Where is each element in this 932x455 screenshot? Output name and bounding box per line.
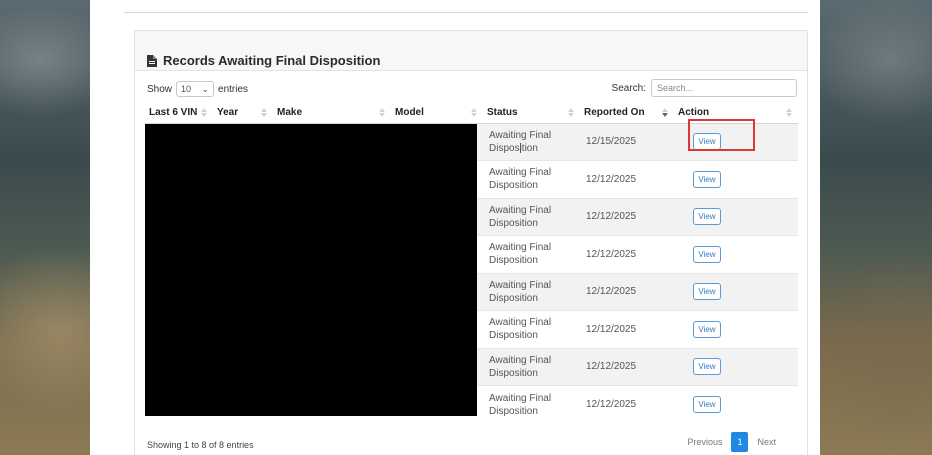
reported-on-cell: 12/12/2025 bbox=[580, 235, 674, 273]
sort-icon bbox=[201, 108, 207, 118]
reported-on-cell: 12/12/2025 bbox=[580, 347, 674, 386]
view-button[interactable]: View bbox=[693, 396, 721, 413]
status-cell: Awaiting Final Disposition bbox=[483, 347, 580, 386]
sort-icon bbox=[568, 108, 574, 118]
reported-on-cell: 12/12/2025 bbox=[580, 385, 674, 423]
sort-icon bbox=[786, 108, 792, 118]
redaction-block bbox=[145, 124, 477, 416]
search-input[interactable] bbox=[651, 79, 797, 97]
reported-on-cell: 12/15/2025 bbox=[580, 122, 674, 161]
status-cell: Awaiting Final Disposition bbox=[483, 122, 580, 161]
status-cell: Awaiting Final Disposition bbox=[483, 197, 580, 236]
next-page-button[interactable]: Next bbox=[754, 435, 779, 449]
column-header-status[interactable]: Status bbox=[483, 103, 580, 124]
status-cell: Awaiting Final Disposition bbox=[483, 310, 580, 348]
column-header-year[interactable]: Year bbox=[213, 103, 273, 124]
column-header-reported-on[interactable]: Reported On bbox=[580, 103, 674, 124]
view-button[interactable]: View bbox=[693, 245, 721, 263]
document-icon bbox=[147, 54, 157, 67]
sort-icon bbox=[261, 108, 267, 118]
page-length-value: 10 bbox=[181, 84, 192, 94]
sort-icon bbox=[379, 108, 385, 118]
chevron-down-icon: ⌄ bbox=[201, 83, 210, 94]
text-cursor bbox=[520, 143, 521, 153]
page-1-button[interactable]: 1 bbox=[731, 432, 749, 452]
view-button[interactable]: View bbox=[693, 283, 721, 301]
top-divider bbox=[124, 12, 808, 13]
card-title-text: Records Awaiting Final Disposition bbox=[163, 53, 381, 68]
table-info: Showing 1 to 8 of 8 entries bbox=[147, 440, 254, 450]
previous-page-button[interactable]: Previous bbox=[684, 435, 725, 449]
pagination: Previous 1 Next bbox=[684, 432, 779, 452]
table-header-row: Last 6 VIN Year Make Model Status Report… bbox=[145, 103, 798, 124]
table-controls: Show 10 ⌄ entries Search: bbox=[135, 79, 807, 99]
length-control: Show 10 ⌄ entries bbox=[147, 81, 248, 97]
view-button[interactable]: View bbox=[693, 208, 721, 226]
reported-on-cell: 12/12/2025 bbox=[580, 197, 674, 236]
card-header: Records Awaiting Final Disposition bbox=[135, 31, 807, 71]
sort-icon bbox=[471, 108, 477, 118]
reported-on-cell: 12/12/2025 bbox=[580, 160, 674, 198]
column-header-model[interactable]: Model bbox=[391, 103, 483, 124]
search-control: Search: bbox=[612, 79, 797, 97]
entries-label: entries bbox=[218, 83, 249, 95]
records-card: Records Awaiting Final Disposition Show … bbox=[134, 30, 808, 455]
card-title: Records Awaiting Final Disposition bbox=[147, 53, 380, 68]
column-header-vin[interactable]: Last 6 VIN bbox=[145, 103, 213, 124]
status-cell: Awaiting Final Disposition bbox=[483, 385, 580, 423]
page-content: Records Awaiting Final Disposition Show … bbox=[90, 0, 820, 455]
view-button[interactable]: View bbox=[693, 320, 721, 338]
view-button[interactable]: View bbox=[693, 170, 721, 188]
search-label: Search: bbox=[611, 82, 646, 94]
view-button[interactable]: View bbox=[693, 133, 721, 151]
column-header-make[interactable]: Make bbox=[273, 103, 391, 124]
sort-desc-icon bbox=[662, 108, 668, 118]
page-length-select[interactable]: 10 ⌄ bbox=[176, 81, 215, 97]
reported-on-cell: 12/12/2025 bbox=[580, 310, 674, 348]
column-header-action[interactable]: Action bbox=[674, 103, 798, 124]
show-label: Show bbox=[147, 83, 173, 95]
reported-on-cell: 12/12/2025 bbox=[580, 272, 674, 311]
status-cell: Awaiting Final Disposition bbox=[483, 272, 580, 311]
view-button[interactable]: View bbox=[693, 358, 721, 376]
status-cell: Awaiting Final Disposition bbox=[483, 160, 580, 198]
status-cell: Awaiting Final Disposition bbox=[483, 235, 580, 273]
